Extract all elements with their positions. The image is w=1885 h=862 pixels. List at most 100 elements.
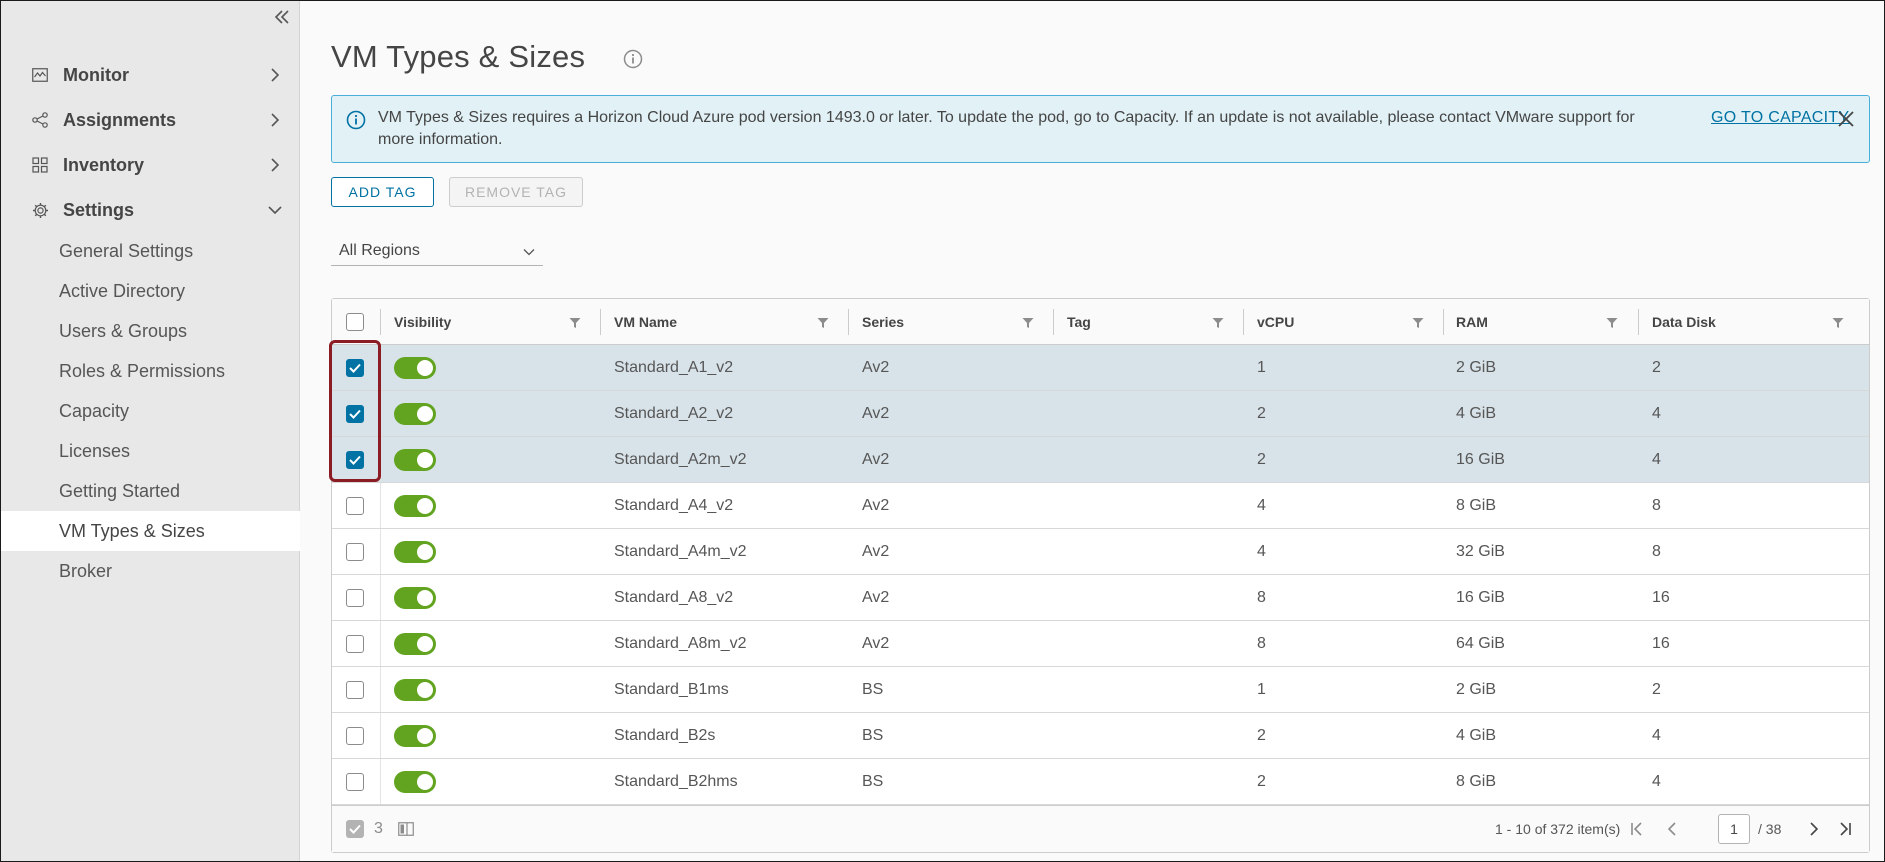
row-checkbox[interactable] — [346, 727, 364, 745]
column-header-tag[interactable]: Tag — [1067, 299, 1091, 345]
row-checkbox[interactable] — [346, 589, 364, 607]
chevron-right-icon — [268, 158, 282, 172]
row-checkbox[interactable] — [346, 681, 364, 699]
table-row[interactable]: Standard_A1_v2 Av2 1 2 GiB 2 — [332, 345, 1869, 391]
sidebar-item-getting-started[interactable]: Getting Started — [1, 471, 300, 511]
previous-page-icon[interactable] — [1664, 820, 1682, 838]
cell-vm-name: Standard_A4_v2 — [614, 496, 734, 514]
cell-ram: 8 GiB — [1456, 772, 1497, 790]
selected-count-checkbox-icon — [346, 820, 364, 838]
table-row[interactable]: Standard_B2s BS 2 4 GiB 4 — [332, 713, 1869, 759]
column-header-vm-name[interactable]: VM Name — [614, 299, 677, 345]
table-row[interactable]: Standard_A2m_v2 Av2 2 16 GiB 4 — [332, 437, 1869, 483]
cell-series: BS — [862, 726, 884, 744]
column-separator — [380, 713, 381, 758]
sidebar: Monitor Assignments Inventory Settings G… — [1, 1, 300, 861]
filter-icon[interactable] — [1606, 316, 1618, 328]
column-header-data-disk[interactable]: Data Disk — [1652, 299, 1716, 345]
row-checkbox[interactable] — [346, 405, 364, 423]
visibility-toggle[interactable] — [394, 495, 436, 517]
next-page-icon[interactable] — [1804, 820, 1822, 838]
visibility-toggle[interactable] — [394, 449, 436, 471]
column-separator — [380, 483, 381, 528]
region-select[interactable]: All Regions — [331, 236, 543, 266]
column-toggle-icon[interactable] — [398, 822, 414, 836]
visibility-toggle[interactable] — [394, 403, 436, 425]
cell-ram: 2 GiB — [1456, 680, 1497, 698]
cell-data-disk: 4 — [1652, 450, 1661, 468]
total-pages: / 38 — [1758, 821, 1782, 837]
filter-icon[interactable] — [1832, 316, 1844, 328]
table-row[interactable]: Standard_A2_v2 Av2 2 4 GiB 4 — [332, 391, 1869, 437]
visibility-toggle[interactable] — [394, 633, 436, 655]
cell-vm-name: Standard_A2_v2 — [614, 404, 734, 422]
sidebar-group-inventory[interactable]: Inventory — [1, 145, 300, 185]
info-icon[interactable] — [623, 49, 643, 69]
row-checkbox[interactable] — [346, 543, 364, 561]
table-row[interactable]: Standard_B2hms BS 2 8 GiB 4 — [332, 759, 1869, 805]
sidebar-group-assignments[interactable]: Assignments — [1, 100, 300, 140]
cell-data-disk: 2 — [1652, 358, 1661, 376]
column-header-vcpu[interactable]: vCPU — [1257, 299, 1294, 345]
column-separator — [380, 309, 381, 335]
page-title: VM Types & Sizes — [331, 39, 586, 74]
close-icon[interactable] — [1835, 108, 1857, 130]
toggle-knob — [417, 728, 433, 744]
page-number-input[interactable]: 1 — [1718, 814, 1750, 844]
column-header-series[interactable]: Series — [862, 299, 904, 345]
column-separator — [1053, 309, 1054, 335]
row-checkbox[interactable] — [346, 451, 364, 469]
visibility-toggle[interactable] — [394, 679, 436, 701]
cell-ram: 2 GiB — [1456, 358, 1497, 376]
sidebar-item-broker[interactable]: Broker — [1, 551, 300, 591]
sidebar-group-settings[interactable]: Settings — [1, 190, 300, 230]
sidebar-group-monitor[interactable]: Monitor — [1, 55, 300, 95]
filter-icon[interactable] — [1022, 316, 1034, 328]
table-row[interactable]: Standard_A8_v2 Av2 8 16 GiB 16 — [332, 575, 1869, 621]
cell-data-disk: 4 — [1652, 772, 1661, 790]
sidebar-item-general-settings[interactable]: General Settings — [1, 231, 300, 271]
table-row[interactable]: Standard_B1ms BS 1 2 GiB 2 — [332, 667, 1869, 713]
row-checkbox[interactable] — [346, 497, 364, 515]
cell-ram: 4 GiB — [1456, 404, 1497, 422]
column-header-ram[interactable]: RAM — [1456, 299, 1488, 345]
last-page-icon[interactable] — [1836, 820, 1854, 838]
sidebar-item-capacity[interactable]: Capacity — [1, 391, 300, 431]
cell-vcpu: 4 — [1257, 496, 1266, 514]
first-page-icon[interactable] — [1628, 820, 1646, 838]
table-row[interactable]: Standard_A4_v2 Av2 4 8 GiB 8 — [332, 483, 1869, 529]
cell-data-disk: 4 — [1652, 726, 1661, 744]
filter-icon[interactable] — [1212, 316, 1224, 328]
sidebar-item-vm-types-sizes[interactable]: VM Types & Sizes — [1, 511, 300, 551]
filter-icon[interactable] — [569, 316, 581, 328]
go-to-capacity-link[interactable]: GO TO CAPACITY — [1711, 107, 1849, 129]
table-row[interactable]: Standard_A8m_v2 Av2 8 64 GiB 16 — [332, 621, 1869, 667]
visibility-toggle[interactable] — [394, 541, 436, 563]
filter-icon[interactable] — [817, 316, 829, 328]
row-checkbox[interactable] — [346, 773, 364, 791]
select-all-checkbox[interactable] — [346, 313, 364, 331]
visibility-toggle[interactable] — [394, 771, 436, 793]
toggle-knob — [417, 452, 433, 468]
visibility-toggle[interactable] — [394, 725, 436, 747]
sidebar-item-users-groups[interactable]: Users & Groups — [1, 311, 300, 351]
visibility-toggle[interactable] — [394, 587, 436, 609]
remove-tag-button[interactable]: REMOVE TAG — [449, 177, 583, 207]
row-checkbox[interactable] — [346, 635, 364, 653]
filter-icon[interactable] — [1412, 316, 1424, 328]
sidebar-item-licenses[interactable]: Licenses — [1, 431, 300, 471]
chevron-right-icon — [268, 68, 282, 82]
column-separator — [380, 621, 381, 666]
cell-data-disk: 16 — [1652, 588, 1670, 606]
column-header-visibility[interactable]: Visibility — [394, 299, 451, 345]
add-tag-button[interactable]: ADD TAG — [331, 177, 434, 207]
collapse-sidebar-icon[interactable] — [271, 7, 293, 27]
table-row[interactable]: Standard_A4m_v2 Av2 4 32 GiB 8 — [332, 529, 1869, 575]
sidebar-item-active-directory[interactable]: Active Directory — [1, 271, 300, 311]
sidebar-item-roles-permissions[interactable]: Roles & Permissions — [1, 351, 300, 391]
cell-vcpu: 2 — [1257, 772, 1266, 790]
visibility-toggle[interactable] — [394, 357, 436, 379]
cell-ram: 32 GiB — [1456, 542, 1505, 560]
row-checkbox[interactable] — [346, 359, 364, 377]
info-alert: VM Types & Sizes requires a Horizon Clou… — [331, 95, 1870, 163]
